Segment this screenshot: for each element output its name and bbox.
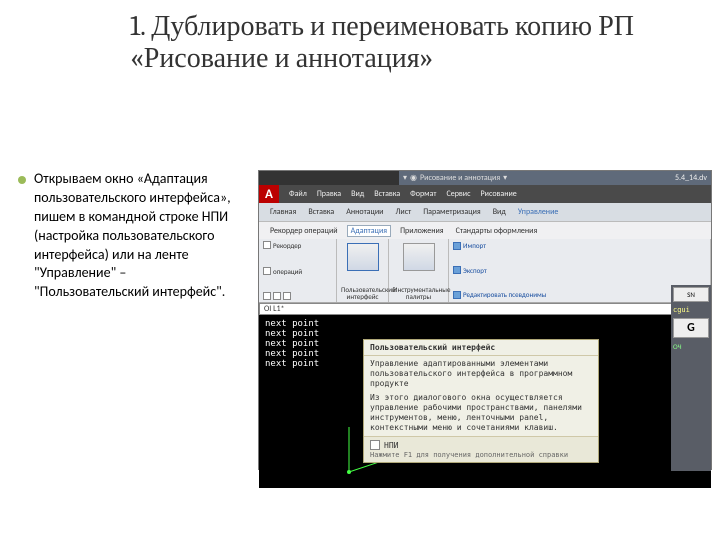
right-box-sn[interactable]: SN [673,287,709,302]
tooltip-heading: Пользовательский интерфейс [364,340,598,356]
sub-adapt[interactable]: Адаптация [347,225,391,237]
ribbon-button-palettes[interactable]: Инструментальные палитры [389,239,449,302]
tooltip-cmd: НПИ [384,441,398,450]
sub-apps[interactable]: Приложения [397,226,447,236]
right-box-g[interactable]: G [673,318,709,338]
draw-text-row: next point [265,319,319,329]
tab-sheet[interactable]: Лист [393,207,415,217]
right-oc: ОЧ [673,342,709,351]
ribbon-alias[interactable]: Редактировать псевдонимы [453,290,706,299]
qat-arrow-icon: ▾ [403,173,407,183]
ribbon-tabs: Главная Вставка Аннотации Лист Параметри… [259,203,711,221]
tooltip-line2: Из этого диалогового окна осуществляется… [370,393,592,433]
menu-view[interactable]: Вид [351,189,364,199]
workspace-name: Рисование и аннотация [420,173,500,183]
export-icon [453,266,461,274]
import-icon [453,242,461,250]
ribbon-export[interactable]: Экспорт [453,266,706,275]
alias-icon [453,291,461,299]
right-panel: SN cgui G ОЧ [671,285,711,471]
drawing-area[interactable]: next point next point next point next po… [259,315,711,488]
bullet-item: Открываем окно «Адаптация пользовательск… [18,170,243,302]
tab-insert[interactable]: Вставка [305,207,337,217]
menubar: Файл Правка Вид Вставка Формат Сервис Ри… [259,185,711,203]
tooltip-line1: Управление адаптированными элементами по… [370,359,592,389]
slide-title: 1. Дублировать и переименовать копию РП … [130,10,710,74]
draw-text-row: next point [265,359,319,369]
bullet-dot-icon [18,176,26,184]
menu-edit[interactable]: Правка [317,189,341,199]
sub-recorder[interactable]: Рекордер операций [267,226,341,236]
bullet-area: Открываем окно «Адаптация пользовательск… [18,170,243,302]
menu-file[interactable]: Файл [289,189,307,199]
filename: 5.4_14.dv [675,173,707,183]
palettes-label: Инструментальные палитры [393,286,444,300]
sub-standards[interactable]: Стандарты оформления [453,226,541,236]
draw-text-row: next point [265,349,319,359]
ribbon-import[interactable]: Импорт [453,241,706,250]
cui-label: Пользовательский интерфейс [341,286,384,300]
command-line[interactable]: OI L1* [259,303,711,315]
right-cgui: cgui [673,306,709,314]
tooltip: Пользовательский интерфейс Управление ад… [363,339,599,463]
tab-home[interactable]: Главная [267,207,299,217]
menu-tools[interactable]: Сервис [446,189,470,199]
palettes-icon [403,243,435,271]
workspace-icon: ◉ [410,173,417,183]
app-logo-icon: A [259,185,279,203]
ribbon-subtabs: Рекордер операций Адаптация Приложения С… [259,221,711,239]
app-screenshot: ▾ ◉ Рисование и аннотация ▾ 5.4_14.dv A … [258,170,712,470]
draw-text-row: next point [265,329,319,339]
tab-annotate[interactable]: Аннотации [343,207,386,217]
menu-insert[interactable]: Вставка [374,189,400,199]
tooltip-cmd-icon [370,440,380,450]
titlebar: ▾ ◉ Рисование и аннотация ▾ 5.4_14.dv [259,171,711,185]
draw-text-row: next point [265,339,319,349]
tooltip-help: Нажмите F1 для получения дополнительной … [370,451,592,459]
ribbon-button-cui[interactable]: Пользовательский интерфейс [337,239,389,302]
menu-draw[interactable]: Рисование [480,189,516,199]
tab-param[interactable]: Параметризация [420,207,484,217]
tab-view[interactable]: Вид [490,207,509,217]
bullet-text: Открываем окно «Адаптация пользовательск… [34,170,243,302]
ribbon: Рекордер операций Пользовательский интер… [259,239,711,303]
tab-manage[interactable]: Управление [515,207,562,217]
menu-format[interactable]: Формат [410,189,436,199]
ribbon-group-recorder: Рекордер операций [259,239,337,302]
cui-icon [347,243,379,271]
